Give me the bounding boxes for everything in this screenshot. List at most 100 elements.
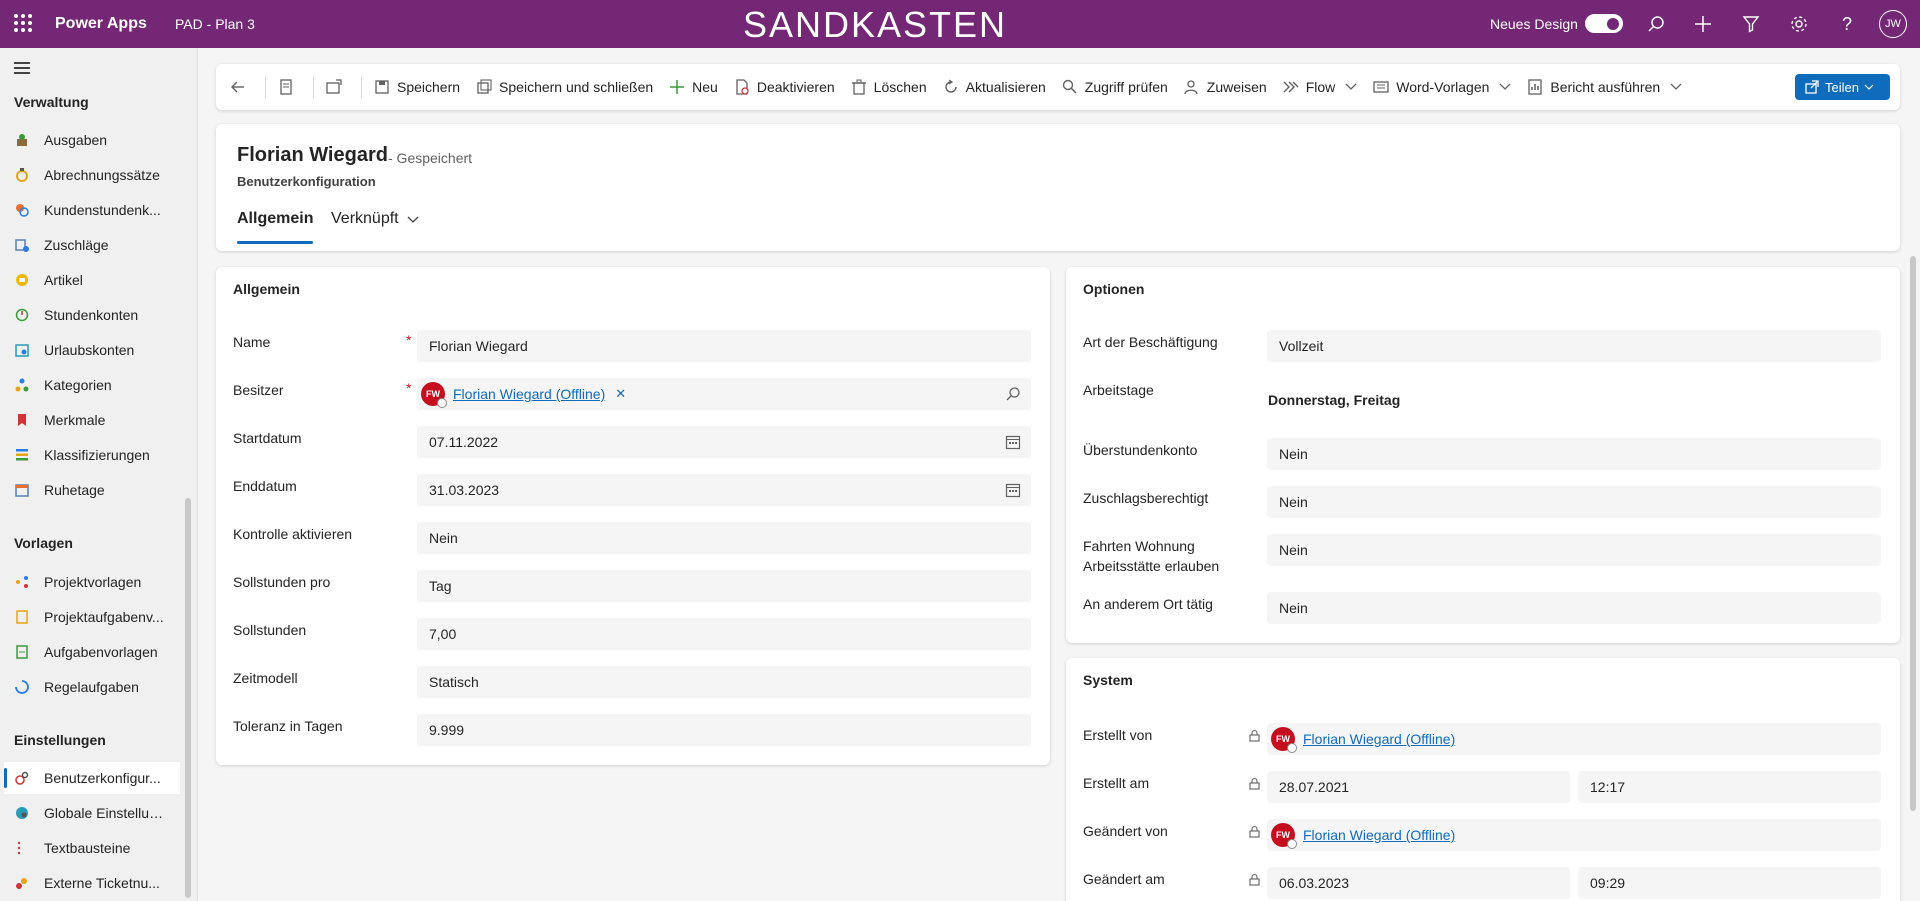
calendar-icon[interactable] xyxy=(1005,434,1021,450)
check-access-button[interactable]: Zugriff prüfen xyxy=(1054,71,1176,103)
end-date-label: Enddatum xyxy=(233,478,297,494)
other-place-field[interactable]: Nein xyxy=(1267,592,1881,624)
project-template-icon xyxy=(14,574,30,590)
form-view-button[interactable] xyxy=(270,71,309,103)
sidebar-item-label: Urlaubskonten xyxy=(44,342,135,358)
save-and-close-button[interactable]: Speichern und schließen xyxy=(468,71,661,103)
share-button[interactable]: Teilen xyxy=(1795,74,1890,100)
sidebar-item-kategorien[interactable]: Kategorien xyxy=(4,369,180,401)
modified-by-avatar: FW xyxy=(1271,823,1297,849)
nav-group-title: Vorlagen xyxy=(14,535,73,551)
new-design-toggle[interactable] xyxy=(1585,14,1623,33)
sidebar-item-aufgabenvorlagen[interactable]: Aufgabenvorlagen xyxy=(4,636,180,668)
article-icon xyxy=(14,272,30,288)
sidebar-item-kundenstundenkonten[interactable]: Kundenstundenk... xyxy=(4,194,180,226)
sidebar-item-ruhetage[interactable]: Ruhetage xyxy=(4,474,180,506)
modified-by-field[interactable]: FW Florian Wiegard (Offline) xyxy=(1267,819,1881,851)
sidebar-item-artikel[interactable]: Artikel xyxy=(4,264,180,296)
name-field[interactable]: Florian Wiegard xyxy=(417,330,1031,362)
sidebar-item-urlaubskonten[interactable]: Urlaubskonten xyxy=(4,334,180,366)
back-button[interactable] xyxy=(222,71,261,103)
sidebar-item-benutzerkonfiguration[interactable]: Benutzerkonfigur... xyxy=(4,762,180,794)
form-icon xyxy=(280,79,292,95)
modified-by-label: Geändert von xyxy=(1083,823,1168,839)
control-field[interactable]: Nein xyxy=(417,522,1031,554)
sidebar-item-projektaufgabenvorlagen[interactable]: Projektaufgabenv... xyxy=(4,601,180,633)
sidebar-item-abrechnungssaetze[interactable]: Abrechnungssätze xyxy=(4,159,180,191)
search-icon[interactable] xyxy=(1644,12,1668,36)
created-on-time-field[interactable]: 12:17 xyxy=(1578,771,1881,803)
share-icon xyxy=(1805,80,1819,94)
sidebar-item-klassifizierungen[interactable]: Klassifizierungen xyxy=(4,439,180,471)
time-model-field[interactable]: Statisch xyxy=(417,666,1031,698)
employment-label: Art der Beschäftigung xyxy=(1083,334,1218,350)
created-by-field[interactable]: FW Florian Wiegard (Offline) xyxy=(1267,723,1881,755)
new-button[interactable]: Neu xyxy=(661,71,726,103)
deactivate-button[interactable]: Deaktivieren xyxy=(726,71,843,103)
sidebar-item-label: Ruhetage xyxy=(44,482,105,498)
sidebar-item-textbausteine[interactable]: Textbausteine xyxy=(4,832,180,864)
employment-field[interactable]: Vollzeit xyxy=(1267,330,1881,362)
sidebar-item-globale-einstellungen[interactable]: Globale Einstellun... xyxy=(4,797,180,829)
created-by-avatar: FW xyxy=(1271,727,1297,753)
save-button[interactable]: Speichern xyxy=(366,71,468,103)
modified-on-date-field[interactable]: 06.03.2023 xyxy=(1267,867,1570,899)
save-icon xyxy=(375,80,389,94)
end-date-field[interactable]: 31.03.2023 xyxy=(417,474,1031,506)
sidebar-scrollbar[interactable] xyxy=(185,498,191,898)
sidebar-item-merkmale[interactable]: Merkmale xyxy=(4,404,180,436)
run-report-label: Bericht ausführen xyxy=(1550,79,1661,95)
calendar-icon[interactable] xyxy=(1005,482,1021,498)
owner-link[interactable]: Florian Wiegard (Offline) xyxy=(453,386,605,402)
surcharge-field[interactable]: Nein xyxy=(1267,486,1881,518)
filter-icon[interactable] xyxy=(1739,12,1763,36)
modified-on-time-field[interactable]: 09:29 xyxy=(1578,867,1881,899)
flow-button[interactable]: Flow xyxy=(1275,71,1366,103)
delete-button[interactable]: Löschen xyxy=(843,71,935,103)
commute-field[interactable]: Nein xyxy=(1267,534,1881,566)
command-bar: Speichern Speichern und schließen Neu De… xyxy=(216,64,1900,110)
sidebar-item-ausgaben[interactable]: Ausgaben xyxy=(4,124,180,156)
sidebar-item-zuschlaege[interactable]: Zuschläge xyxy=(4,229,180,261)
open-new-window-button[interactable] xyxy=(318,71,357,103)
share-label: Teilen xyxy=(1825,79,1859,95)
sidebar-item-stundenkonten[interactable]: Stundenkonten xyxy=(4,299,180,331)
word-templates-button[interactable]: Word-Vorlagen xyxy=(1365,71,1519,103)
add-icon[interactable] xyxy=(1691,12,1715,36)
tolerance-field[interactable]: 9.999 xyxy=(417,714,1031,746)
user-avatar[interactable]: JW xyxy=(1879,10,1907,38)
sidebar-item-projektvorlagen[interactable]: Projektvorlagen xyxy=(4,566,180,598)
created-on-date-field[interactable]: 28.07.2021 xyxy=(1267,771,1570,803)
new-label: Neu xyxy=(692,79,718,95)
workdays-value[interactable]: Donnerstag, Freitag xyxy=(1268,392,1400,408)
sidebar: Verwaltung Ausgaben Abrechnungssätze Kun… xyxy=(0,48,198,901)
lock-icon xyxy=(1249,729,1260,742)
tab-verknuepft[interactable]: Verknüpft xyxy=(331,210,419,244)
target-per-field[interactable]: Tag xyxy=(417,570,1031,602)
assign-button[interactable]: Zuweisen xyxy=(1176,71,1275,103)
save-status: - Gespeichert xyxy=(388,150,473,166)
search-icon[interactable] xyxy=(1005,386,1021,402)
start-date-field[interactable]: 07.11.2022 xyxy=(417,426,1031,458)
overtime-field[interactable]: Nein xyxy=(1267,438,1881,470)
main-scrollbar[interactable] xyxy=(1910,256,1916,811)
section-title: Optionen xyxy=(1083,281,1145,297)
sidebar-item-regelaufgaben[interactable]: Regelaufgaben xyxy=(4,671,180,703)
help-icon[interactable]: ? xyxy=(1835,12,1859,36)
tab-allgemein[interactable]: Allgemein xyxy=(237,210,314,244)
remove-owner-icon[interactable]: ✕ xyxy=(615,386,626,402)
sidebar-item-externe-ticketnummern[interactable]: Externe Ticketnu... xyxy=(4,867,180,899)
owner-lookup[interactable]: FW Florian Wiegard (Offline) ✕ xyxy=(417,378,1031,410)
refresh-button[interactable]: Aktualisieren xyxy=(935,71,1054,103)
sidebar-item-label: Externe Ticketnu... xyxy=(44,875,160,891)
run-report-button[interactable]: Bericht ausführen xyxy=(1519,71,1690,103)
modified-by-link[interactable]: Florian Wiegard (Offline) xyxy=(1303,827,1455,843)
deactivate-icon xyxy=(736,79,749,95)
created-by-link[interactable]: Florian Wiegard (Offline) xyxy=(1303,731,1455,747)
target-hours-field[interactable]: 7,00 xyxy=(417,618,1031,650)
hamburger-menu-icon[interactable] xyxy=(14,62,30,74)
chevron-down-icon xyxy=(1499,83,1511,90)
settings-icon[interactable] xyxy=(1787,12,1811,36)
required-marker: * xyxy=(406,332,412,348)
globe-icon xyxy=(14,805,30,821)
